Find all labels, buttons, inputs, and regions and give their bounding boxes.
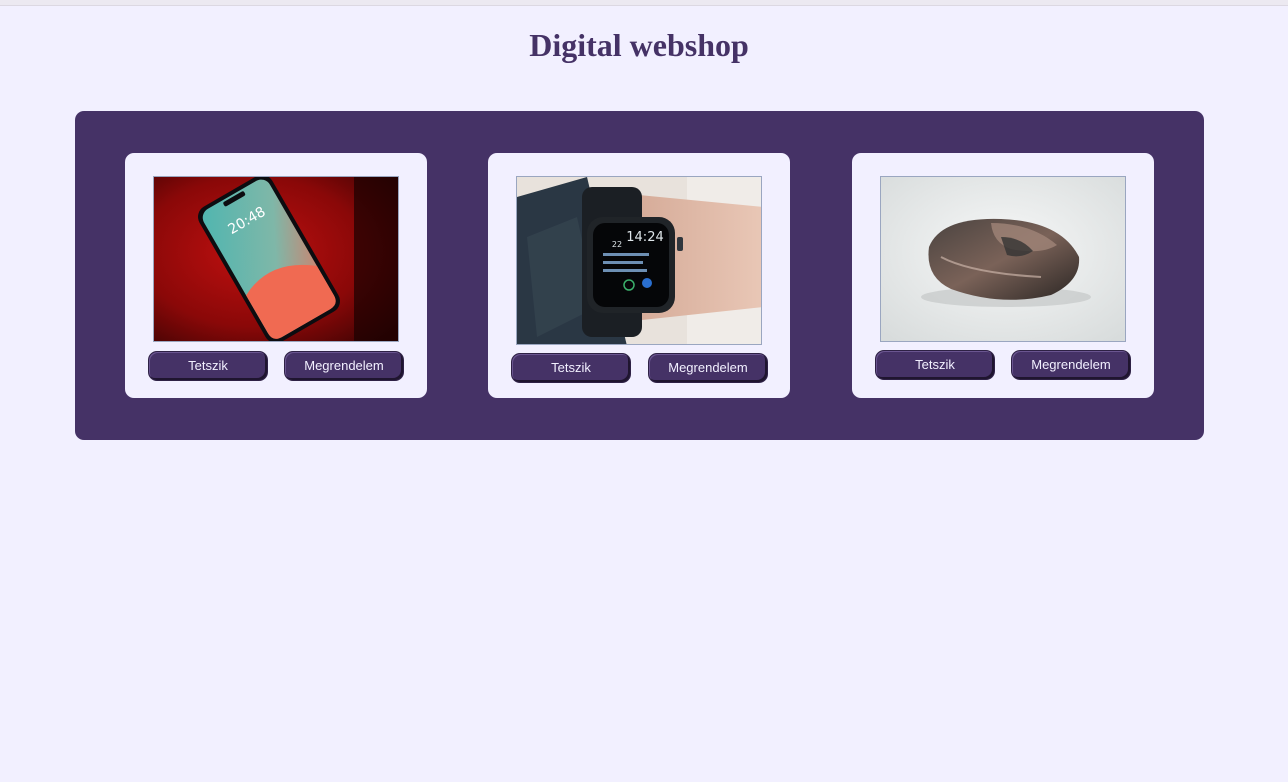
svg-text:22: 22 (612, 240, 622, 249)
order-button[interactable]: Megrendelem (648, 353, 768, 383)
product-card-mouse: Tetszik Megrendelem (852, 153, 1154, 398)
smartphone-image: 20:48 (153, 176, 399, 342)
like-button[interactable]: Tetszik (511, 353, 631, 383)
product-card-watch: 14:24 22 Tetszik Megrendelem (488, 153, 790, 398)
order-button[interactable]: Megrendelem (1011, 350, 1131, 380)
like-button[interactable]: Tetszik (148, 351, 268, 381)
product-panel: 20:48 Tetszik Megrendelem 14:24 22 Tetsz… (75, 111, 1204, 440)
order-button[interactable]: Megrendelem (284, 351, 404, 381)
computer-mouse-image (880, 176, 1126, 342)
browser-top-edge (0, 0, 1288, 6)
svg-text:14:24: 14:24 (626, 230, 663, 245)
smartwatch-image: 14:24 22 (516, 176, 762, 345)
page-title: Digital webshop (529, 27, 749, 63)
product-card-phone: 20:48 Tetszik Megrendelem (125, 153, 427, 398)
like-button[interactable]: Tetszik (875, 350, 995, 380)
